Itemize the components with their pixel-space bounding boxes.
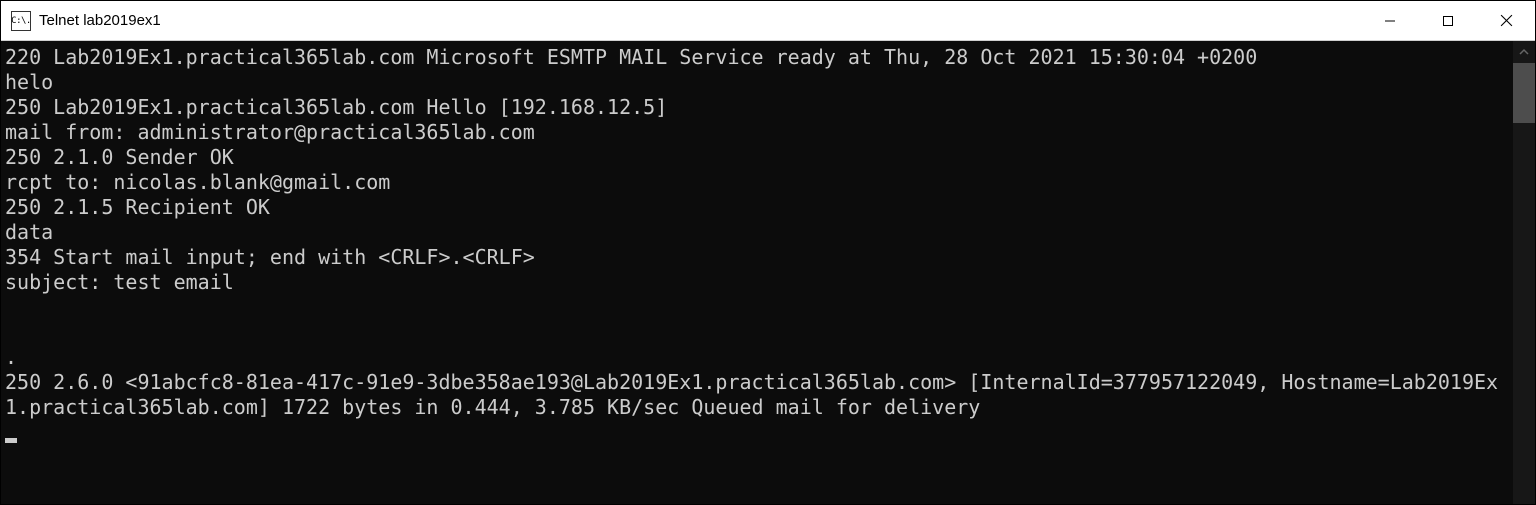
terminal-output: 220 Lab2019Ex1.practical365lab.com Micro… [5, 45, 1498, 419]
scroll-up-arrow-icon[interactable] [1513, 41, 1535, 63]
cursor [5, 438, 17, 443]
minimize-button[interactable] [1361, 1, 1419, 40]
cmd-icon: C:\. [11, 11, 31, 31]
scroll-thumb[interactable] [1513, 63, 1535, 123]
titlebar[interactable]: C:\. Telnet lab2019ex1 [1, 1, 1535, 41]
terminal-wrap: 220 Lab2019Ex1.practical365lab.com Micro… [1, 41, 1535, 504]
maximize-button[interactable] [1419, 1, 1477, 40]
window: C:\. Telnet lab2019ex1 220 Lab2019Ex1.pr… [0, 0, 1536, 505]
close-button[interactable] [1477, 1, 1535, 40]
scrollbar[interactable] [1513, 41, 1535, 504]
terminal[interactable]: 220 Lab2019Ex1.practical365lab.com Micro… [1, 41, 1513, 504]
window-controls [1361, 1, 1535, 40]
window-title: Telnet lab2019ex1 [39, 12, 1361, 29]
